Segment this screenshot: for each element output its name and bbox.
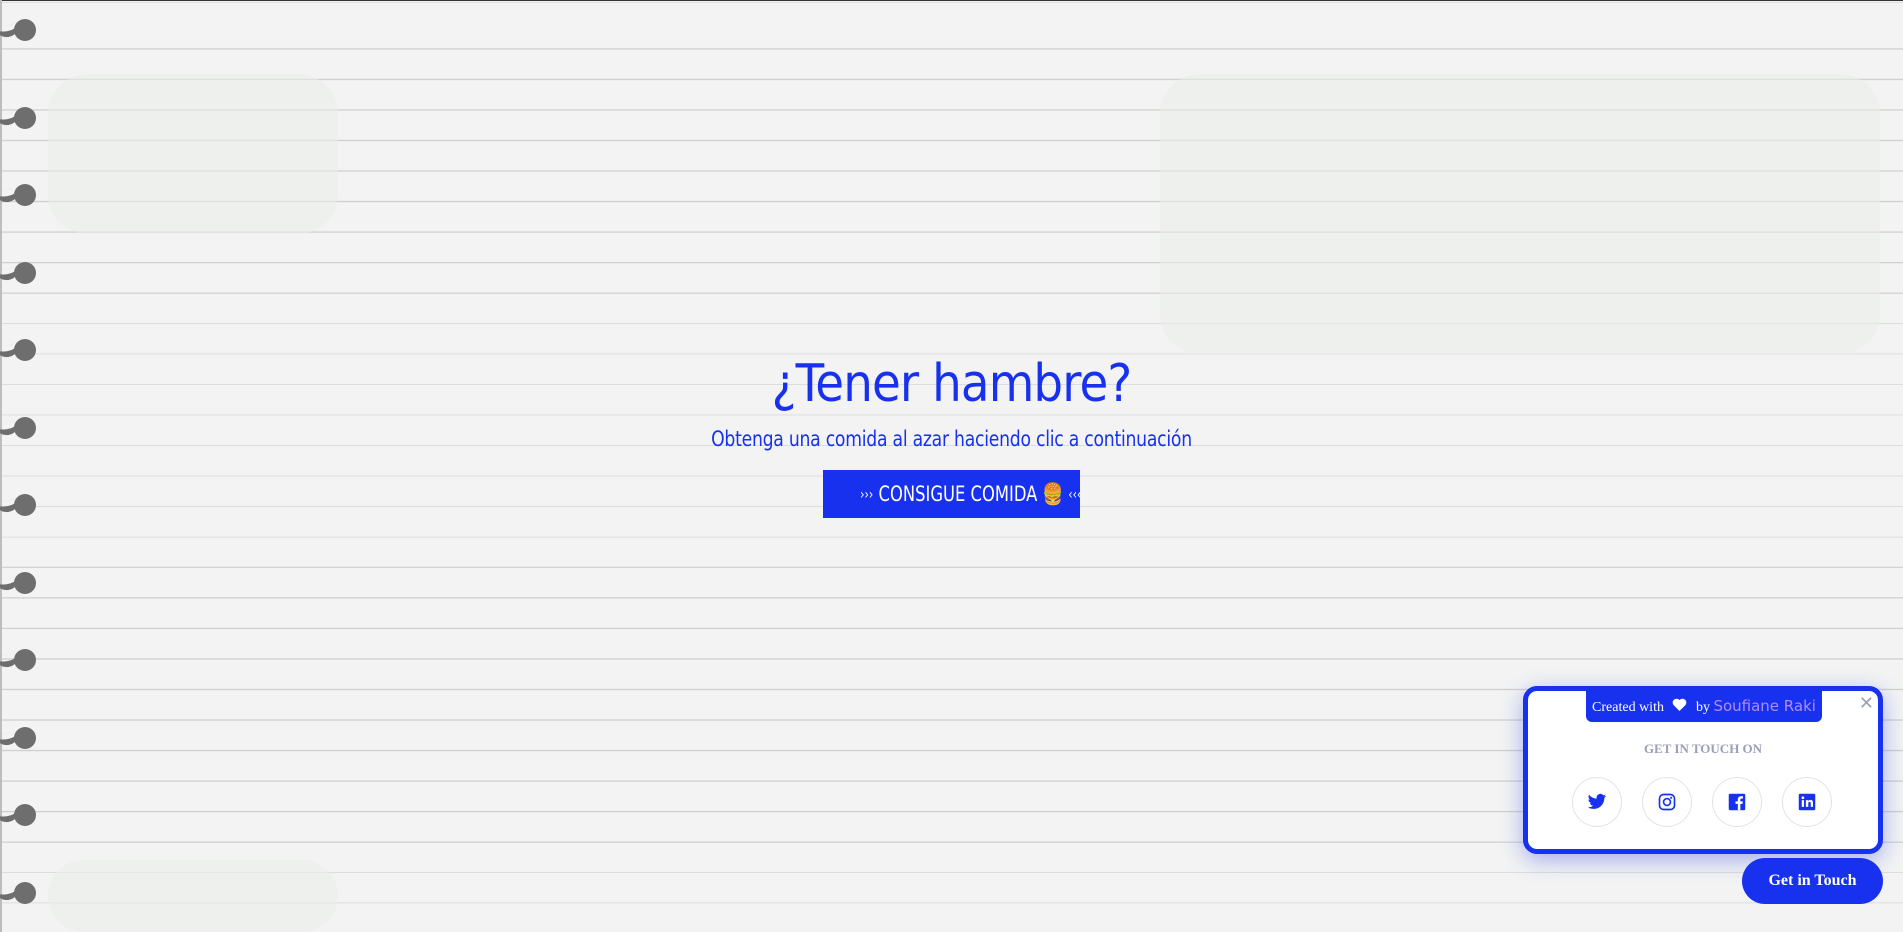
get-meal-label: CONSIGUE COMIDA [878,481,1038,506]
created-with-text: Created with [1592,700,1664,715]
hero-section: ¿Tener hambre? Obtenga una comida al aza… [0,352,1903,518]
binding-ring [0,802,36,828]
chevrons-left-icon: ‹‹‹ [1068,486,1082,503]
social-linkedin-button[interactable] [1782,777,1832,827]
instagram-icon [1658,793,1676,811]
twitter-icon [1587,793,1607,809]
binding-ring [0,17,36,43]
linkedin-icon [1798,793,1816,811]
binding-ring [0,260,36,286]
social-facebook-button[interactable] [1712,777,1762,827]
author-link[interactable]: Soufiane Raki [1713,697,1816,715]
heart-icon [1672,691,1687,723]
close-icon[interactable]: ✕ [1859,694,1874,714]
binding-ring [0,182,36,208]
get-in-touch-button[interactable]: Get in Touch [1742,858,1883,904]
binding-ring [0,570,36,596]
widget-credits: Created with by Soufiane Raki [1586,690,1822,722]
page-subtitle: Obtenga una comida al azar haciendo clic… [711,427,1192,451]
get-meal-button-content: ››› CONSIGUE COMIDA 🍔 ‹‹‹ [860,482,1081,507]
by-text: by [1695,700,1710,715]
page-title: ¿Tener hambre? [771,354,1133,414]
binding-ring [0,105,36,131]
binding-ring [0,880,36,906]
chevrons-right-icon: ››› [860,486,874,503]
social-links [1572,777,1832,827]
binding-ring [0,725,36,751]
social-instagram-button[interactable] [1642,777,1692,827]
social-twitter-button[interactable] [1572,777,1622,827]
facebook-icon [1728,793,1746,811]
binding-ring [0,647,36,673]
contact-widget: Created with by Soufiane Raki ✕ GET IN T… [1523,686,1883,854]
widget-label: GET IN TOUCH ON [1643,741,1763,756]
get-meal-button[interactable]: ››› CONSIGUE COMIDA 🍔 ‹‹‹ [823,470,1081,518]
burger-icon: 🍔 [1042,481,1063,506]
